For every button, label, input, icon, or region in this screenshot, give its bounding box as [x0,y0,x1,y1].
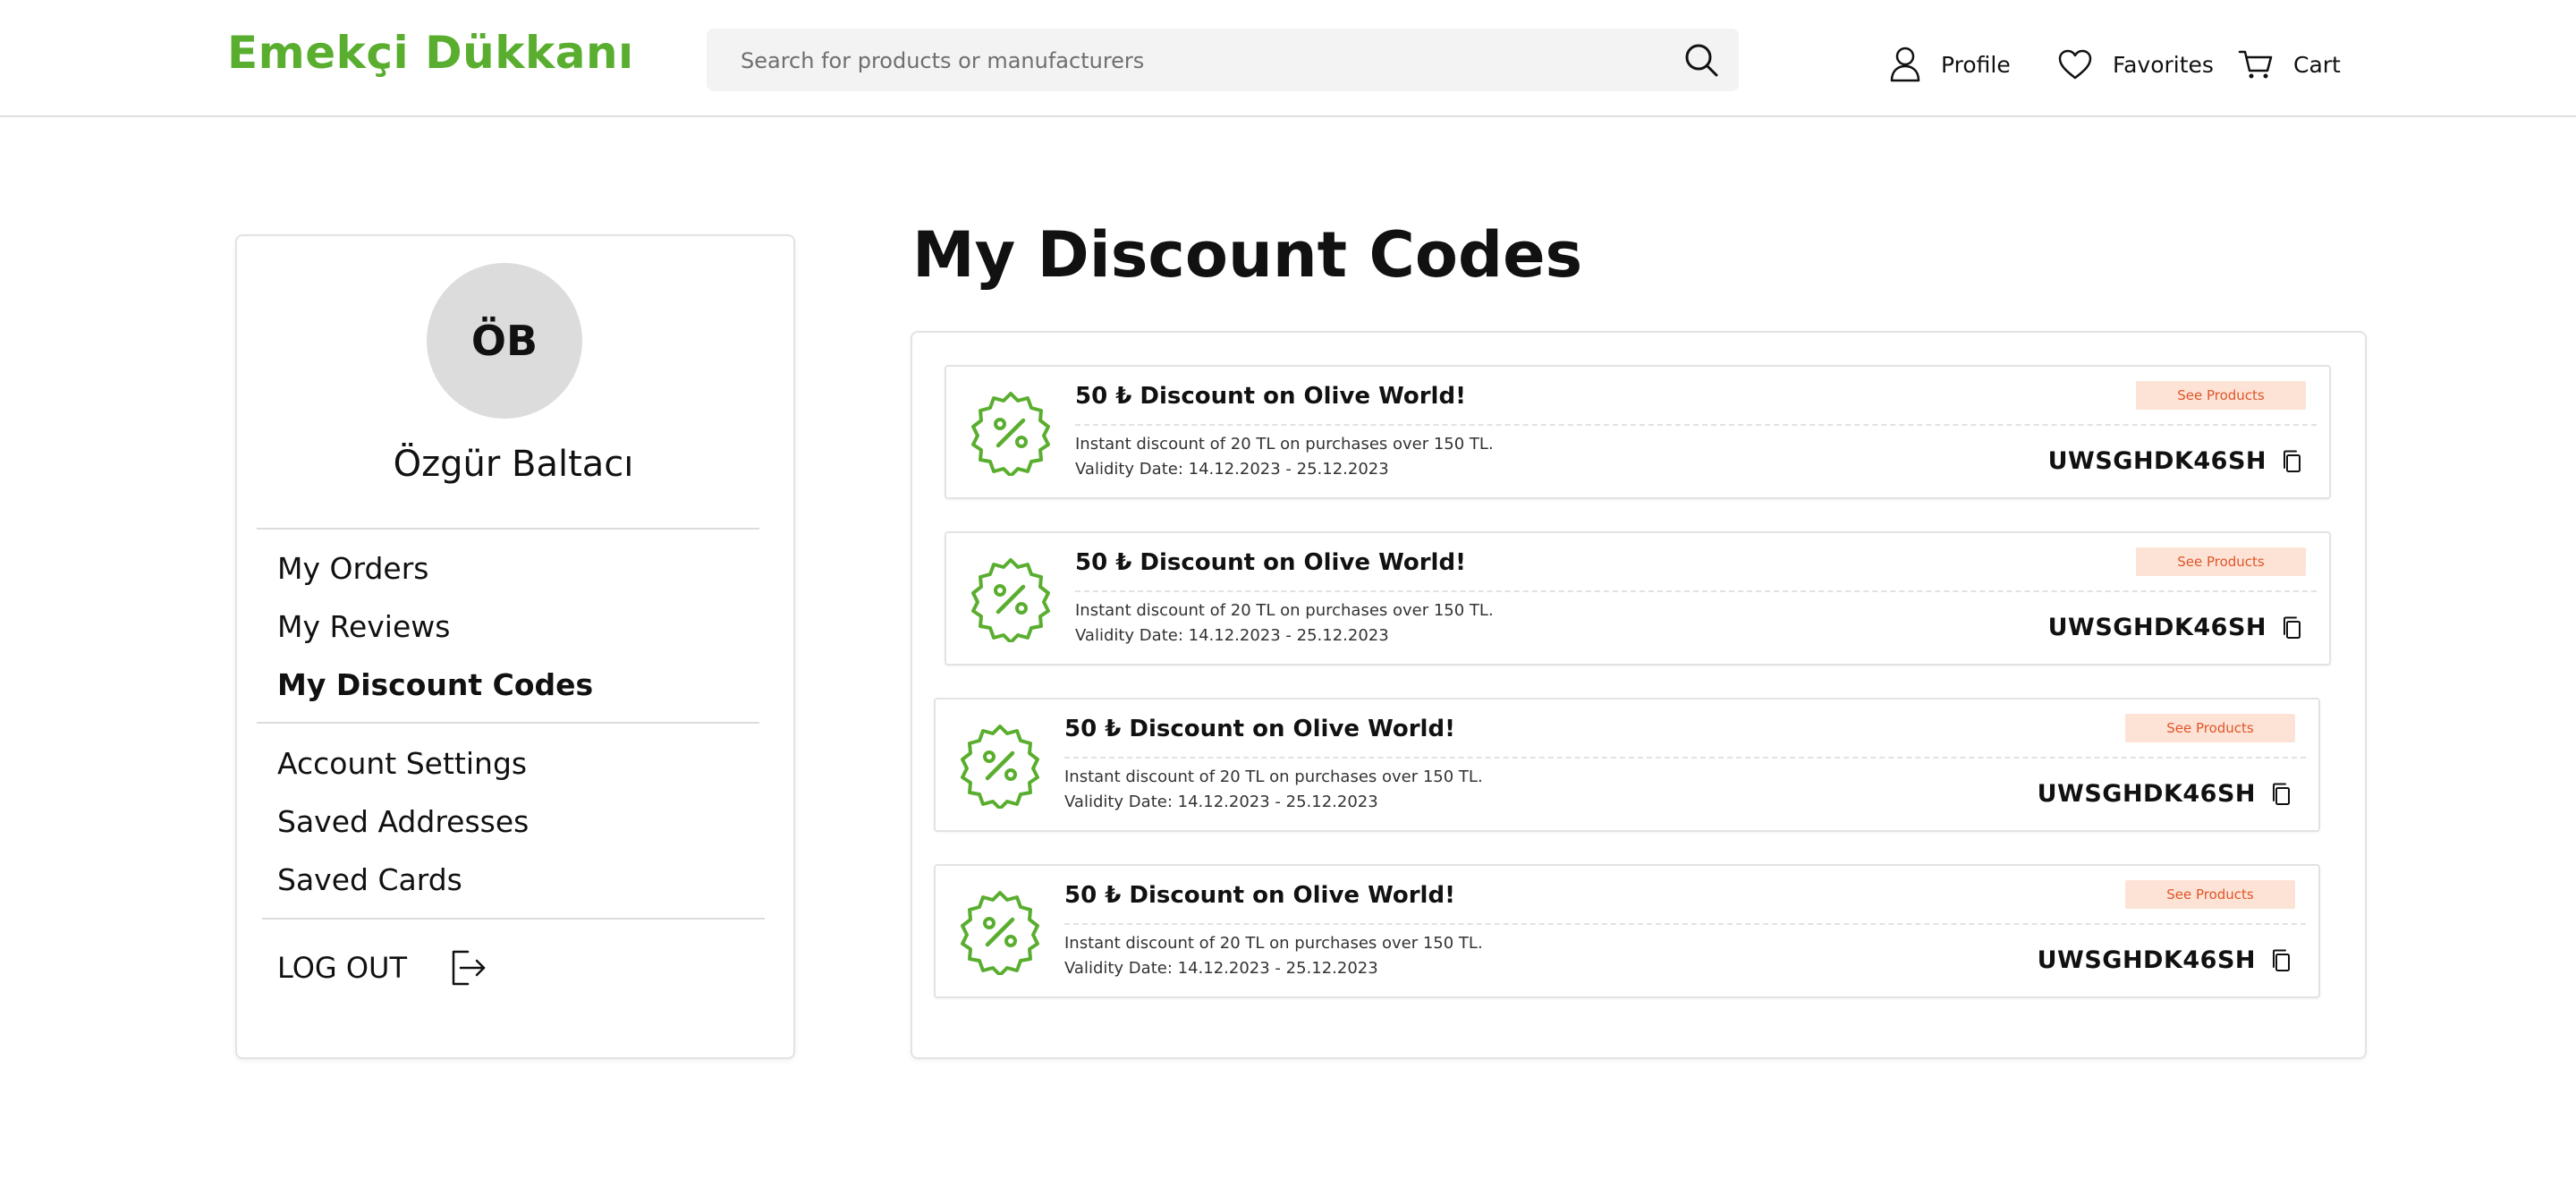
coupon-validity: Validity Date: 14.12.2023 - 25.12.2023 [1075,626,1389,645]
coupon-code-row: UWSGHDK46SH [2048,614,2302,641]
nav-favorites-label: Favorites [2113,51,2214,78]
top-header: Emekçi Dükkanı Profile Favorites Cart [0,0,2576,117]
discount-badge-icon [961,891,1039,975]
coupon-divider [1064,923,2306,925]
sidebar-item-my-reviews[interactable]: My Reviews [277,609,450,644]
heart-icon [2058,49,2092,80]
coupon-divider [1064,757,2306,759]
copy-icon[interactable] [2270,948,2292,973]
discount-badge-icon [971,392,1050,476]
see-products-button[interactable]: See Products [2125,880,2295,909]
coupon-validity: Validity Date: 14.12.2023 - 25.12.2023 [1064,959,1378,978]
discount-badge-icon [971,558,1050,642]
avatar: ÖB [427,263,582,419]
coupon-validity: Validity Date: 14.12.2023 - 25.12.2023 [1075,460,1389,479]
nav-cart-label: Cart [2293,51,2341,78]
sidebar-item-saved-addresses[interactable]: Saved Addresses [277,804,529,839]
coupon-code-row: UWSGHDK46SH [2038,780,2292,808]
user-icon [1890,47,1920,82]
coupon-code-row: UWSGHDK46SH [2048,447,2302,475]
cart-icon [2238,50,2273,79]
sidebar-item-my-discount-codes[interactable]: My Discount Codes [277,667,593,702]
coupon-code: UWSGHDK46SH [2047,614,2267,641]
sidebar-divider [257,528,759,530]
user-name: Özgür Baltacı [393,444,634,485]
coupon-code: UWSGHDK46SH [2037,946,2256,974]
site-logo[interactable]: Emekçi Dükkanı [227,27,634,79]
logout-label: LOG OUT [277,951,407,985]
see-products-button[interactable]: See Products [2125,714,2295,742]
coupon-card: 50 ₺ Discount on Olive World! See Produc… [945,365,2331,499]
coupon-card: 50 ₺ Discount on Olive World! See Produc… [945,531,2331,666]
sidebar-divider [262,918,765,920]
coupon-title: 50 ₺ Discount on Olive World! [1064,716,1455,742]
see-products-button[interactable]: See Products [2136,381,2306,410]
account-sidebar: ÖB Özgür Baltacı My Orders My Reviews My… [235,234,795,1059]
coupon-code-row: UWSGHDK46SH [2038,946,2292,974]
search-input[interactable] [739,29,1655,93]
see-products-button[interactable]: See Products [2136,547,2306,576]
coupon-description: Instant discount of 20 TL on purchases o… [1064,934,1483,953]
search-bar [707,29,1739,93]
logout-icon [452,950,486,986]
coupon-description: Instant discount of 20 TL on purchases o… [1075,435,1494,454]
copy-icon[interactable] [2281,615,2302,640]
coupon-code: UWSGHDK46SH [2047,447,2267,475]
coupon-title: 50 ₺ Discount on Olive World! [1075,549,1466,576]
copy-icon[interactable] [2281,449,2302,474]
sidebar-item-my-orders[interactable]: My Orders [277,551,428,586]
search-icon[interactable] [1683,42,1719,78]
logout-button[interactable]: LOG OUT [277,946,487,989]
nav-profile[interactable]: Profile [1889,45,2011,84]
page-title: My Discount Codes [912,218,1583,292]
coupon-description: Instant discount of 20 TL on purchases o… [1064,767,1483,786]
nav-cart[interactable]: Cart [2238,45,2341,84]
copy-icon[interactable] [2270,782,2292,807]
coupon-divider [1075,424,2317,426]
nav-favorites[interactable]: Favorites [2057,45,2214,84]
sidebar-divider [257,722,759,724]
nav-profile-label: Profile [1941,51,2011,78]
sidebar-item-account-settings[interactable]: Account Settings [277,746,527,781]
coupon-validity: Validity Date: 14.12.2023 - 25.12.2023 [1064,793,1378,811]
sidebar-item-saved-cards[interactable]: Saved Cards [277,862,462,897]
discount-codes-panel: 50 ₺ Discount on Olive World! See Produc… [911,331,2367,1059]
coupon-card: 50 ₺ Discount on Olive World! See Produc… [934,864,2320,998]
coupon-title: 50 ₺ Discount on Olive World! [1075,383,1466,410]
coupon-card: 50 ₺ Discount on Olive World! See Produc… [934,698,2320,832]
coupon-divider [1075,590,2317,592]
discount-badge-icon [961,725,1039,809]
coupon-title: 50 ₺ Discount on Olive World! [1064,882,1455,909]
coupon-code: UWSGHDK46SH [2037,780,2256,808]
coupon-description: Instant discount of 20 TL on purchases o… [1075,601,1494,620]
